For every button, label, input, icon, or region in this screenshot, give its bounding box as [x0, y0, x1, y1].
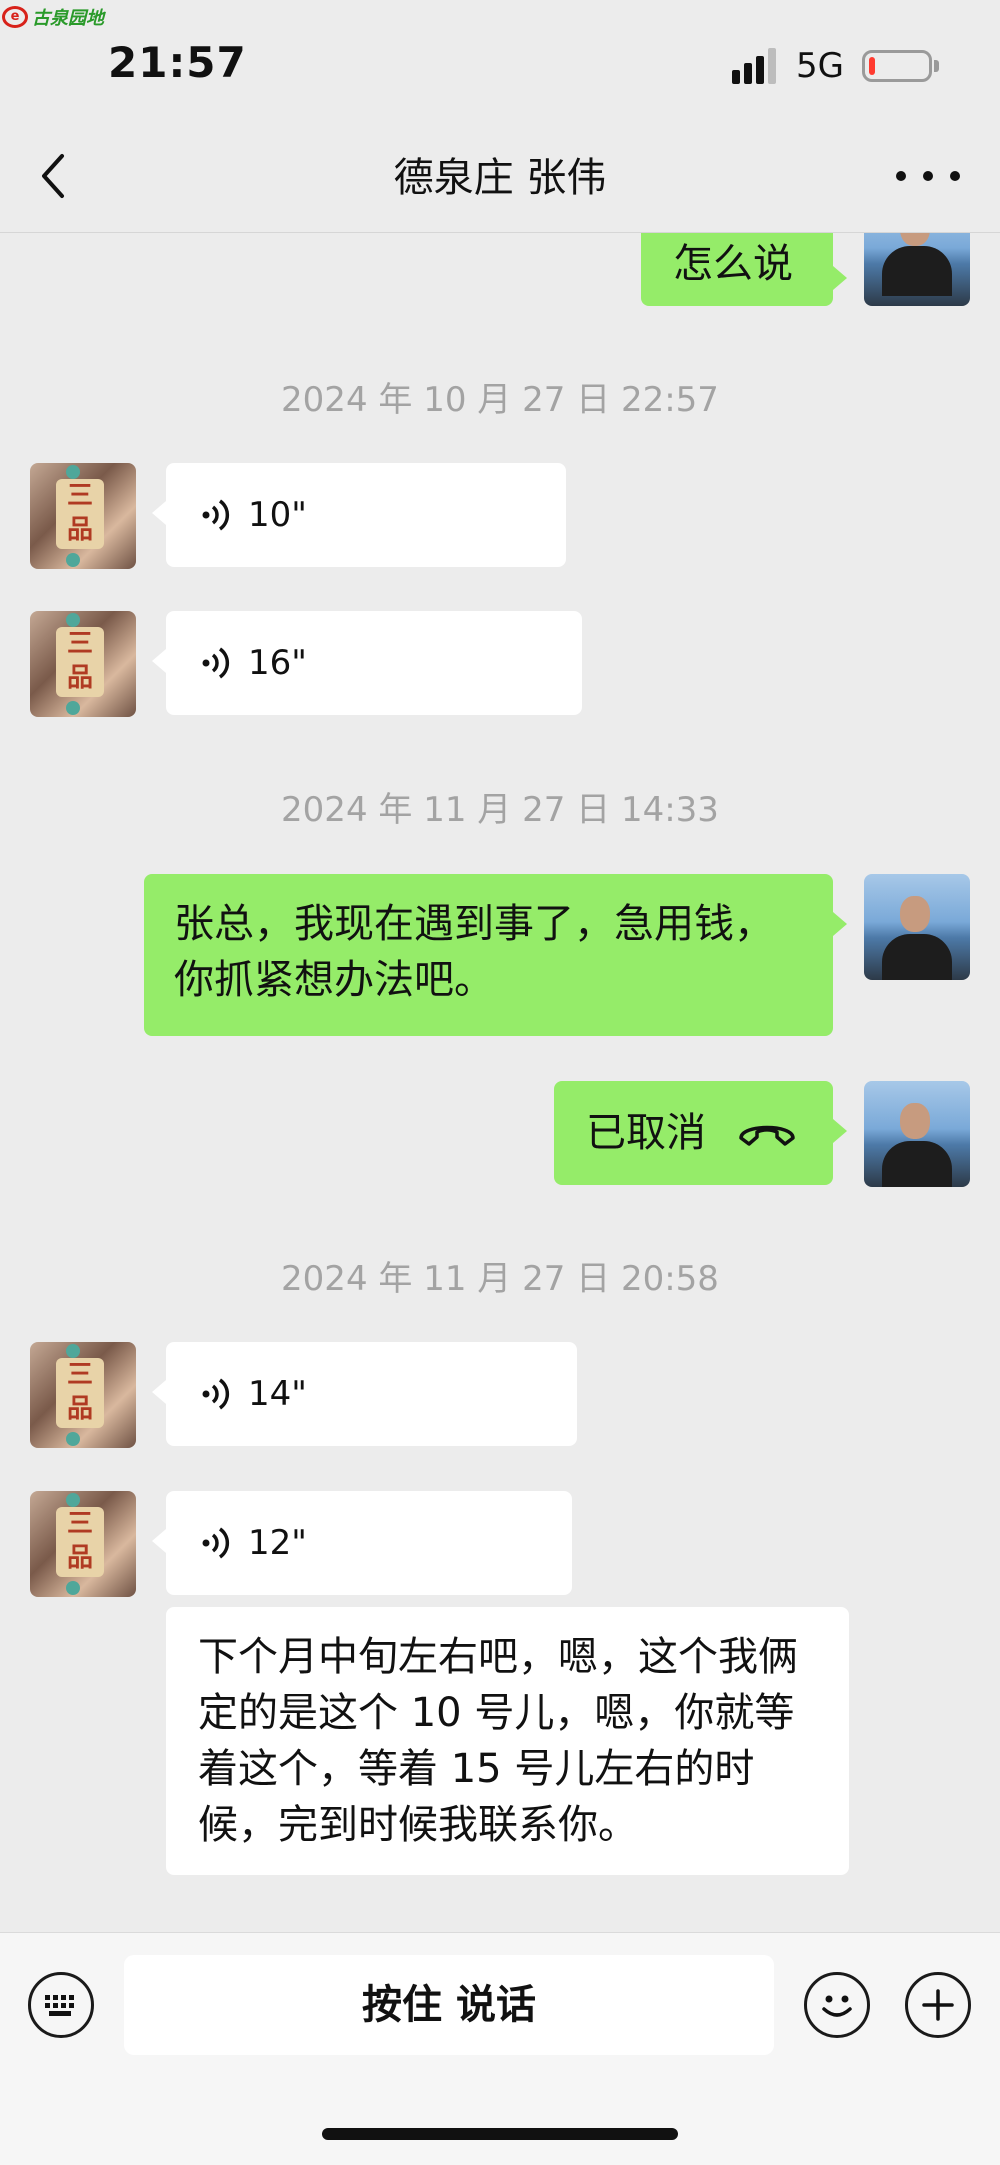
sound-wave-icon — [202, 1378, 230, 1410]
voice-transcript[interactable]: 下个月中旬左右吧，嗯，这个我俩定的是这个 10 号儿，嗯，你就等着这个，等着 1… — [166, 1607, 849, 1875]
hangup-icon — [739, 1125, 795, 1146]
keyboard-icon[interactable] — [28, 1972, 94, 2038]
emoji-icon[interactable] — [804, 1972, 870, 2038]
voice-message[interactable]: 10" — [152, 463, 566, 567]
message-text: 怎么说 — [673, 241, 793, 287]
voice-duration: 16" — [248, 643, 307, 683]
contact-avatar[interactable]: 三品 — [30, 1342, 136, 1448]
timestamp: 2024 年 11 月 27 日 14:33 — [281, 790, 719, 830]
my-avatar[interactable] — [864, 874, 970, 980]
home-indicator[interactable] — [322, 2128, 678, 2140]
avatar-tile: 三品 — [56, 479, 104, 549]
call-status: 已取消 — [586, 1110, 706, 1156]
sound-wave-icon — [202, 1527, 230, 1559]
more-icon[interactable] — [896, 150, 960, 202]
watermark-text: 古泉园地 — [32, 8, 104, 29]
battery-cap — [934, 60, 939, 72]
timestamp: 2024 年 11 月 27 日 20:58 — [281, 1259, 719, 1299]
avatar-tile: 三品 — [56, 627, 104, 697]
contact-avatar[interactable]: 三品 — [30, 463, 136, 569]
sound-wave-icon — [202, 499, 230, 531]
avatar-tile: 三品 — [56, 1507, 104, 1577]
message-bubble-sent[interactable]: 怎么说 — [641, 228, 847, 306]
contact-avatar[interactable]: 三品 — [30, 1491, 136, 1597]
signal-icon — [732, 48, 776, 84]
plus-icon[interactable] — [905, 1972, 971, 2038]
status-time: 21:57 — [108, 38, 247, 87]
voice-message[interactable]: 16" — [152, 611, 582, 715]
watermark-logo-icon: e — [2, 6, 28, 28]
battery-icon — [862, 50, 932, 82]
hold-to-talk-button[interactable]: 按住 说话 — [124, 1955, 774, 2055]
my-avatar[interactable] — [864, 1081, 970, 1187]
sound-wave-icon — [202, 647, 230, 679]
avatar-tile: 三品 — [56, 1358, 104, 1428]
voice-duration: 14" — [248, 1374, 307, 1414]
transcript-text: 下个月中旬左右吧，嗯，这个我俩定的是这个 10 号儿，嗯，你就等着这个，等着 1… — [198, 1634, 798, 1848]
voice-message[interactable]: 12" — [152, 1491, 572, 1595]
contact-avatar[interactable]: 三品 — [30, 611, 136, 717]
call-bubble[interactable]: 已取消 — [554, 1081, 847, 1185]
message-text: 张总，我现在遇到事了，急用钱，你抓紧想办法吧。 — [174, 901, 774, 1003]
voice-message[interactable]: 14" — [152, 1342, 577, 1446]
voice-duration: 12" — [248, 1523, 307, 1563]
watermark: e 古泉园地 — [2, 4, 104, 30]
timestamp: 2024 年 10 月 27 日 22:57 — [281, 380, 719, 420]
voice-duration: 10" — [248, 495, 307, 535]
message-bubble-sent[interactable]: 张总，我现在遇到事了，急用钱，你抓紧想办法吧。 — [144, 874, 847, 1036]
chat-title: 德泉庄 张伟 — [393, 155, 607, 201]
network-type: 5G — [796, 46, 844, 86]
